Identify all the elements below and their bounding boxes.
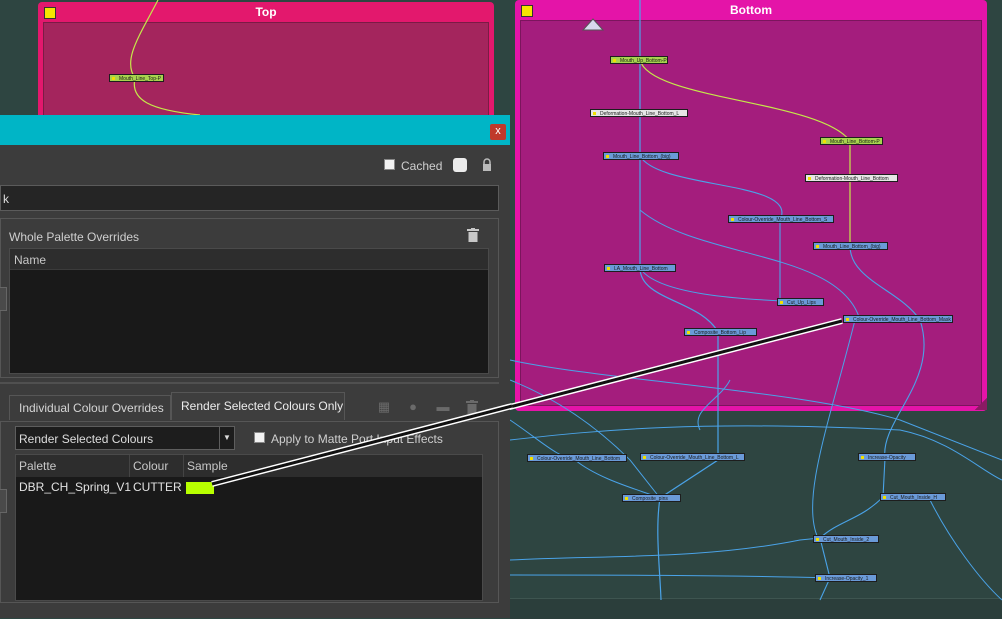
apply-to-matte-checkbox[interactable] (254, 432, 265, 443)
node-mouth-line-bottom-big-2[interactable]: Mouth_Line_Bottom_(big) (813, 242, 888, 250)
palette-icon[interactable]: ● (406, 400, 420, 414)
node-cut-up-lips[interactable]: Cut_Up_Lips (777, 298, 824, 306)
node-colour-override-bottom-l[interactable]: Colour-Override_Mouth_Line_Bottom_L (640, 453, 745, 461)
node-colour-override-bottom-mask[interactable]: Colour-Override_Mouth_Line_Bottom_Mask (843, 315, 953, 323)
tab-individual-colour-overrides[interactable]: Individual Colour Overrides (9, 395, 171, 420)
node-cut-mouth-inside-2[interactable]: Cut_Mouth_Inside_2 (813, 535, 879, 543)
trash-icon[interactable] (466, 400, 480, 414)
tab-render-selected-colours-only[interactable]: Render Selected Colours Only (171, 392, 345, 420)
column-palette[interactable]: Palette (16, 455, 130, 477)
render-mode-select[interactable]: Render Selected Colours ▼ (15, 426, 235, 450)
node-increase-opacity[interactable]: Increase-Opacity (858, 453, 916, 461)
node-mouth-line-bottom-p[interactable]: Mouth_Line_Bottom-P (820, 137, 883, 145)
node-mouth-line-top-p[interactable]: Mouth_Line_Top-P (109, 74, 164, 82)
whole-palette-overrides-table[interactable]: Name (9, 248, 489, 374)
wpo-name-column[interactable]: Name (14, 253, 46, 267)
column-sample[interactable]: Sample (184, 455, 482, 477)
color-swatch-button[interactable] (453, 158, 467, 172)
node-cut-mouth-inside-h[interactable]: Cut_Mouth_Inside_H (880, 493, 946, 501)
row-palette-cell: DBR_CH_Spring_V1 (19, 480, 132, 494)
node-deformation-mouth-line-bottom-l[interactable]: Deformation-Mouth_Line_Bottom_L (590, 109, 688, 117)
chevron-down-icon[interactable]: ▼ (219, 427, 234, 449)
selected-colours-side-button[interactable] (0, 489, 7, 513)
row-colour-cell: CUTTER (133, 480, 182, 494)
lock-icon[interactable] (481, 158, 493, 172)
render-mode-value: Render Selected Colours (19, 432, 154, 446)
row-sample-swatch (186, 482, 214, 494)
layer-properties-panel: x Cached k Whole Palette Overrides Name … (0, 115, 510, 618)
node-colour-override-bottom-s[interactable]: Colour-Override_Mouth_Line_Bottom_S (728, 215, 834, 223)
selected-colours-table[interactable]: Palette Colour Sample DBR_CH_Spring_V1 C… (15, 454, 483, 601)
section-divider (0, 382, 499, 384)
whole-palette-overrides-title: Whole Palette Overrides (9, 230, 140, 244)
selected-colours-table-header: Palette Colour Sample (16, 455, 482, 477)
node-mouth-up-bottom-p[interactable]: Mouth_Up_Bottom-P (610, 56, 668, 64)
name-field-value: k (3, 192, 9, 206)
node-mouth-line-bottom-big[interactable]: Mouth_Line_Bottom_(big) (603, 152, 679, 160)
apply-to-matte-label: Apply to Matte Port Input Effects (271, 432, 443, 446)
node-composite-bottom-lip[interactable]: Composite_Bottom_Lip (684, 328, 757, 336)
folder-icon[interactable]: ▬ (436, 400, 450, 414)
node-colour-override-bottom[interactable]: Colour-Override_Mouth_Line_Bottom (527, 454, 627, 462)
close-button[interactable]: x (490, 124, 506, 140)
column-colour[interactable]: Colour (130, 455, 184, 477)
name-field[interactable]: k (0, 185, 499, 211)
grid-icon[interactable]: ▦ (377, 400, 391, 414)
node-deformation-mouth-line-bottom[interactable]: Deformation-Mouth_Line_Bottom (805, 174, 898, 182)
node-la-mouth-line-bottom[interactable]: LA_Mouth_Line_Bottom (604, 264, 676, 272)
panel-title-bar[interactable]: x (0, 115, 510, 145)
display-marker-icon (581, 18, 605, 31)
node-composite-pins[interactable]: Composite_pins (622, 494, 681, 502)
cached-checkbox[interactable] (384, 159, 395, 170)
wpo-side-button[interactable] (0, 287, 7, 311)
delete-palette-override-icon[interactable] (467, 228, 479, 242)
cached-label: Cached (401, 159, 443, 173)
node-increase-opacity-1[interactable]: Increase-Opacity_1 (815, 574, 877, 582)
wpo-table-header: Name (10, 249, 488, 270)
